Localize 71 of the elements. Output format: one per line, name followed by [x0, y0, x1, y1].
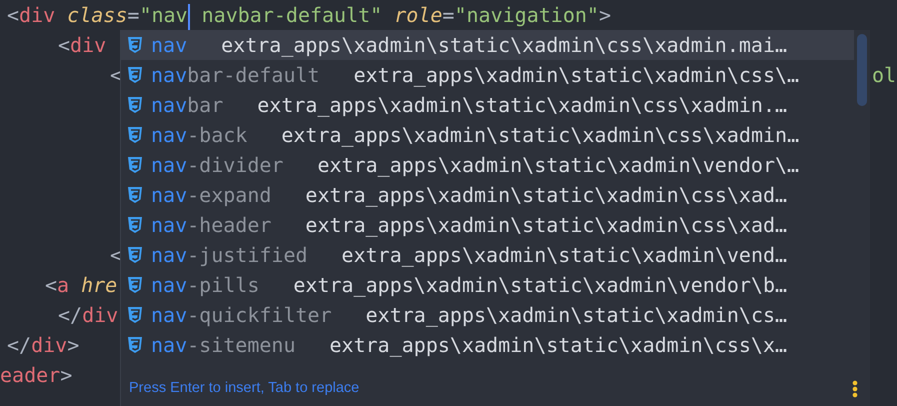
completion-label: nav: [150, 32, 188, 59]
completion-label: navbar-default: [150, 62, 320, 89]
hint-text: Press Enter to insert, Tab to replace: [129, 379, 360, 398]
code-token: "navigation": [454, 2, 599, 29]
code-token: </: [7, 332, 32, 359]
css-icon: [127, 306, 143, 324]
code-token: =: [442, 2, 454, 29]
file-path: extra_apps\xadmin\static\xadmin\cs…: [366, 302, 788, 329]
completion-item[interactable]: navbar extra_apps\xadmin\static\xadmin\css\xadmin.…: [121, 90, 854, 120]
completion-item[interactable]: nav-quickfilter extra_apps\xadmin\static\xadmin\cs…: [121, 300, 854, 330]
completion-label: navbar: [150, 92, 224, 119]
completion-label: nav-back: [150, 122, 248, 149]
file-path: extra_apps\xadmin\static\xadmin\vendor\b…: [293, 272, 788, 299]
code-token: ol: [872, 62, 896, 89]
file-path: extra_apps\xadmin\static\xadmin\vendor\…: [317, 152, 800, 179]
file-path: extra_apps\xadmin\static\xadmin\css\…: [354, 62, 800, 89]
code-token: div: [31, 332, 68, 359]
code-token: >: [60, 362, 72, 389]
css-icon: [127, 36, 143, 54]
css-icon: [127, 216, 143, 234]
css-icon: [127, 336, 143, 354]
completion-label: nav-justified: [150, 242, 308, 269]
code-token: div: [70, 32, 106, 59]
code-token: </: [58, 302, 82, 329]
css-icon: [127, 276, 143, 294]
code-token: a: [57, 272, 70, 299]
code-token: <: [7, 2, 20, 29]
file-path: extra_apps\xadmin\static\xadmin\css\xadmin.…: [257, 92, 788, 119]
completion-item[interactable]: nav-pills extra_apps\xadmin\static\xadmin\vendor\b…: [121, 270, 854, 300]
completion-label: nav-pills: [150, 272, 260, 299]
completion-label: nav-divider: [150, 152, 284, 179]
completion-item[interactable]: nav-justified extra_apps\xadmin\static\xadmin\vend…: [121, 240, 854, 270]
code-token: >: [67, 332, 80, 359]
css-icon: [127, 126, 143, 144]
completion-item[interactable]: nav-sitemenu extra_apps\xadmin\static\xadmin\css\x…: [121, 330, 854, 360]
code-token: <: [58, 32, 70, 59]
completion-item[interactable]: nav-expand extra_apps\xadmin\static\xadmin\css\xad…: [121, 180, 854, 210]
code-token: class: [67, 2, 128, 29]
file-path: extra_apps\xadmin\static\xadmin\css\xad…: [305, 182, 788, 209]
completion-label: nav-expand: [150, 182, 272, 209]
completion-item[interactable]: nav extra_apps\xadmin\static\xadmin\css\xadmin.mai…: [121, 30, 854, 60]
completion-item[interactable]: nav-header extra_apps\xadmin\static\xadmin\css\xad…: [121, 210, 854, 240]
completion-item[interactable]: nav-divider extra_apps\xadmin\static\xadmin\vendor\…: [121, 150, 854, 180]
css-icon: [127, 156, 143, 174]
file-path: extra_apps\xadmin\static\xadmin\css\x…: [330, 332, 788, 359]
file-path: extra_apps\xadmin\static\xadmin\css\xadmin…: [281, 122, 800, 149]
css-icon: [127, 246, 143, 264]
file-path: extra_apps\xadmin\static\xadmin\vend…: [342, 242, 788, 269]
code-token: navbar-default": [202, 2, 382, 29]
more-options-icon[interactable]: [852, 380, 858, 398]
code-token: div: [19, 2, 56, 29]
css-icon: [127, 66, 143, 84]
completion-item[interactable]: nav-back extra_apps\xadmin\static\xadmin\css\xadmin…: [121, 120, 854, 150]
code-token: role: [394, 2, 442, 29]
css-icon: [127, 186, 143, 204]
code-token: "nav: [139, 2, 188, 29]
scrollbar-thumb[interactable]: [857, 34, 867, 106]
completion-label: nav-quickfilter: [150, 302, 332, 329]
completion-item[interactable]: navbar-default extra_apps\xadmin\static\xadmin\css\…: [121, 60, 854, 90]
text-cursor: [188, 4, 190, 30]
code-token: div: [82, 302, 118, 329]
file-path: extra_apps\xadmin\static\xadmin\css\xadmin.mai…: [221, 32, 788, 59]
file-path: extra_apps\xadmin\static\xadmin\css\xad…: [305, 212, 788, 239]
css-icon: [127, 96, 143, 114]
code-token: hre: [81, 272, 118, 299]
code-token: >: [598, 2, 611, 29]
code-token: =: [127, 2, 140, 29]
completion-label: nav-header: [150, 212, 272, 239]
code-token: eader: [0, 362, 60, 389]
code-token: <: [45, 272, 58, 299]
completion-label: nav-sitemenu: [150, 332, 296, 359]
